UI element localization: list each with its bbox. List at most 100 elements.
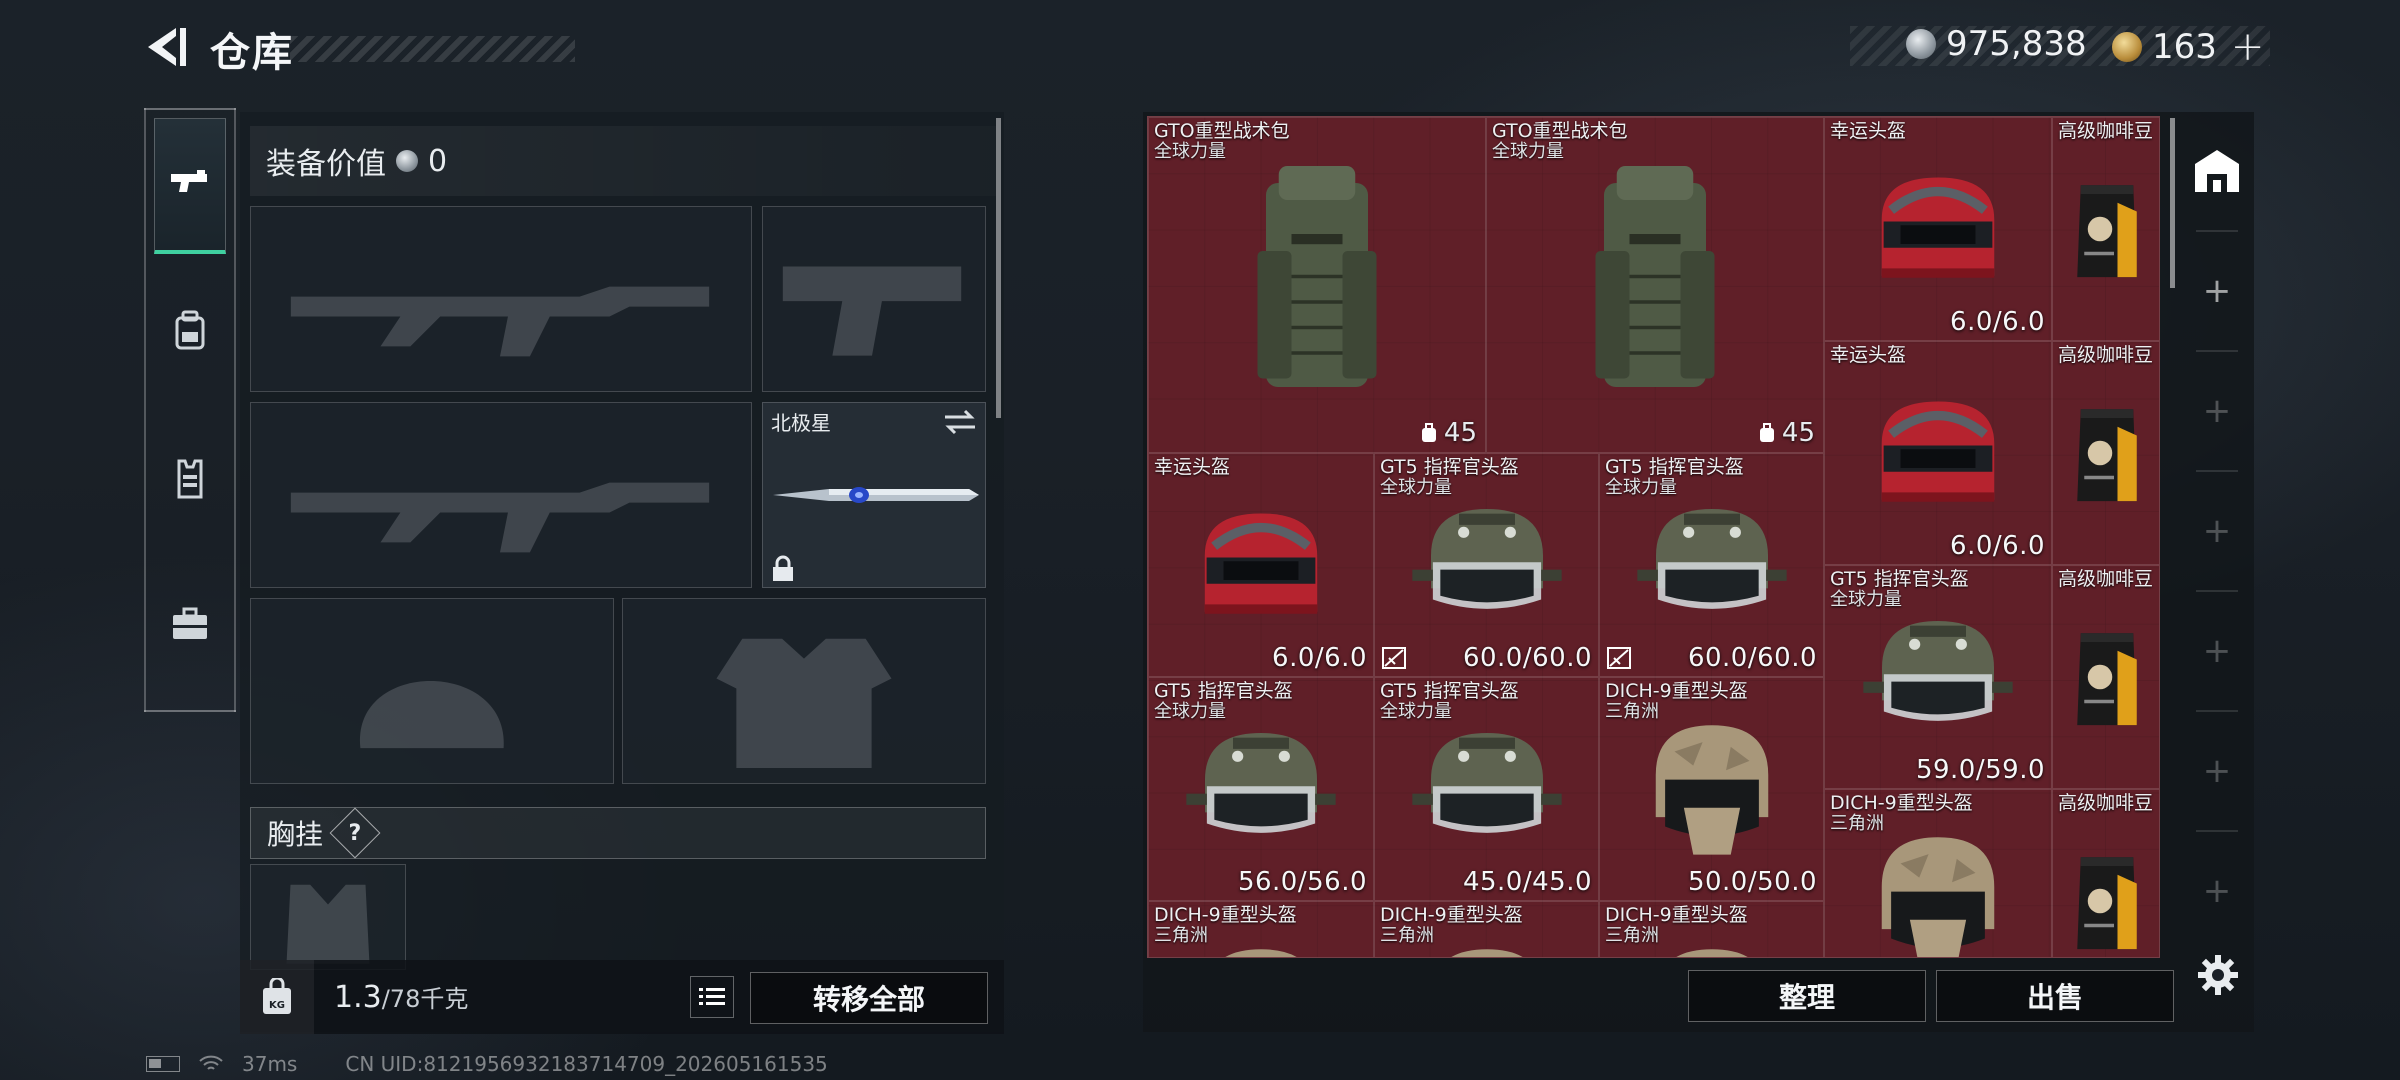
primary-weapon-slot[interactable] [250,206,752,392]
item-brand: 三角洲 [1605,701,1659,722]
sell-button[interactable]: 出售 [1936,970,2174,1022]
settings-gear-icon[interactable] [2196,953,2240,997]
locked-storage-tab[interactable]: + [2180,472,2254,590]
inventory-item[interactable]: GT5 指挥官头盔 全球力量 45.0/45.0 [1374,677,1599,901]
inventory-scrollbar[interactable] [2170,118,2175,288]
tab-backpack[interactable] [154,263,226,399]
add-storage-tab[interactable]: + [2180,232,2254,350]
item-name: DICH-9重型头盔 [1830,792,1973,814]
locked-storage-tab[interactable]: + [2180,712,2254,830]
damaged-armor-icon [1607,647,1631,669]
item-name: GT5 指挥官头盔 [1154,680,1293,702]
inventory-item[interactable]: 高级咖啡豆 [2052,789,2159,957]
helmet-slot[interactable] [250,598,614,784]
gold-currency: 163 + [2112,24,2264,70]
gt5-helmet-icon [1186,733,1336,833]
item-durability: 60.0/60.0 [1462,643,1592,673]
weight-bar: KG 1.3/78千克 转移全部 [240,960,1004,1034]
inventory-item[interactable]: GT5 指挥官头盔 全球力量 60.0/60.0 [1374,453,1599,677]
secondary-weapon-slot[interactable] [250,402,752,588]
locked-storage-tab[interactable]: + [2180,352,2254,470]
capacity-value: 45 [1781,418,1815,448]
tab-vest[interactable] [154,410,226,546]
locked-storage-tab[interactable]: + [2180,592,2254,710]
vest-icon [177,459,203,499]
inventory-item[interactable]: 高级咖啡豆 [2052,565,2159,789]
item-brand: 三角洲 [1605,925,1659,946]
chest-rig-label: 胸挂 [267,818,324,851]
sort-button[interactable]: 整理 [1688,970,1926,1022]
item-durability: 6.0/6.0 [1272,643,1367,673]
item-durability: 50.0/50.0 [1687,867,1817,897]
inventory-item[interactable]: 高级咖啡豆 [2052,117,2159,341]
inventory-item[interactable]: 高级咖啡豆 [2052,341,2159,565]
coffee-beans-icon [2077,409,2137,502]
inventory-item[interactable]: DICH-9重型头盔 三角洲 50.0/50.0 [1599,677,1824,901]
item-image [1487,118,1823,452]
item-image [2053,790,2159,957]
inventory-item[interactable]: GTO重型战术包 全球力量 45 [1486,117,1824,453]
equipment-value-label: 装备价值 [266,147,386,182]
item-brand: 全球力量 [1380,477,1452,498]
gt5-helmet-icon [1411,509,1562,609]
item-brand: 三角洲 [1830,813,1884,834]
inventory-item[interactable]: 幸运头盔 6.0/6.0 [1824,341,2052,565]
item-name: DICH-9重型头盔 [1605,904,1748,926]
weight-readout: 1.3/78千克 [334,979,468,1015]
locked-storage-tab[interactable]: + [2180,832,2254,950]
inventory-item[interactable]: GT5 指挥官头盔 全球力量 56.0/56.0 [1148,677,1374,901]
inventory-item[interactable]: DICH-9重型头盔 三角洲 [1374,901,1599,957]
inventory-item[interactable]: GTO重型战术包 全球力量 45 [1148,117,1486,453]
melee-slot[interactable]: 北极星 [762,402,986,588]
equipment-scrollbar[interactable] [996,118,1001,418]
inventory-item[interactable]: 幸运头盔 6.0/6.0 [1824,117,2052,341]
inventory-item[interactable]: GT5 指挥官头盔 全球力量 59.0/59.0 [1824,565,2052,789]
item-name: DICH-9重型头盔 [1605,680,1748,702]
dich-helmet-icon [1675,949,1748,957]
inventory-item[interactable]: 幸运头盔 6.0/6.0 [1148,453,1374,677]
chest-rig-slot[interactable] [250,864,406,970]
weight-current: 1.3 [334,980,382,1015]
item-durability: 6.0/6.0 [1950,307,2045,337]
toolbox-icon [173,607,207,639]
item-brand: 三角洲 [1154,925,1208,946]
item-capacity: 45 [1758,418,1815,448]
pistol-slot[interactable] [762,206,986,392]
silver-coin-icon [1906,29,1936,59]
equipment-tabs [144,108,236,712]
list-view-button[interactable] [690,976,734,1018]
body-armor-slot[interactable] [622,598,986,784]
gt5-helmet-icon [1411,733,1562,833]
item-name: 高级咖啡豆 [2058,792,2154,814]
inventory-item[interactable]: GT5 指挥官头盔 全球力量 60.0/60.0 [1599,453,1824,677]
inventory-item[interactable]: DICH-9重型头盔 三角洲 [1148,901,1374,957]
inventory-item[interactable]: DICH-9重型头盔 三角洲 [1824,789,2052,957]
tab-toolbox[interactable] [154,556,226,692]
silver-coin-icon [396,150,418,172]
backpack-image-icon [1595,166,1715,387]
capacity-backpack-icon [1421,423,1436,442]
svg-text:KG: KG [269,1000,285,1011]
rifle-silhouette-icon [290,482,710,553]
item-name: 幸运头盔 [1154,456,1231,478]
item-durability: 56.0/56.0 [1237,867,1367,897]
item-durability: 6.0/6.0 [1950,531,2045,561]
chest-rig-header: 胸挂 ? [250,807,986,859]
back-arrow-icon[interactable] [140,22,190,72]
help-icon[interactable]: ? [329,807,381,859]
inventory-item[interactable]: DICH-9重型头盔 三角洲 [1599,901,1824,957]
item-brand: 全球力量 [1154,141,1226,162]
add-currency-button[interactable]: + [2231,24,2265,70]
item-name: 幸运头盔 [1830,120,1907,142]
transfer-all-button[interactable]: 转移全部 [750,972,988,1024]
warehouse-tab[interactable] [2180,112,2254,230]
backpack-icon [175,310,205,350]
item-name: GTO重型战术包 [1492,120,1628,142]
tab-weapons[interactable] [154,118,226,254]
battery-icon [146,1056,180,1072]
gold-coin-icon [2112,32,2142,62]
melee-name: 北极星 [771,411,831,435]
lucky-helmet-icon [1881,401,1995,502]
item-brand: 全球力量 [1605,477,1677,498]
swap-icon[interactable] [943,407,977,437]
